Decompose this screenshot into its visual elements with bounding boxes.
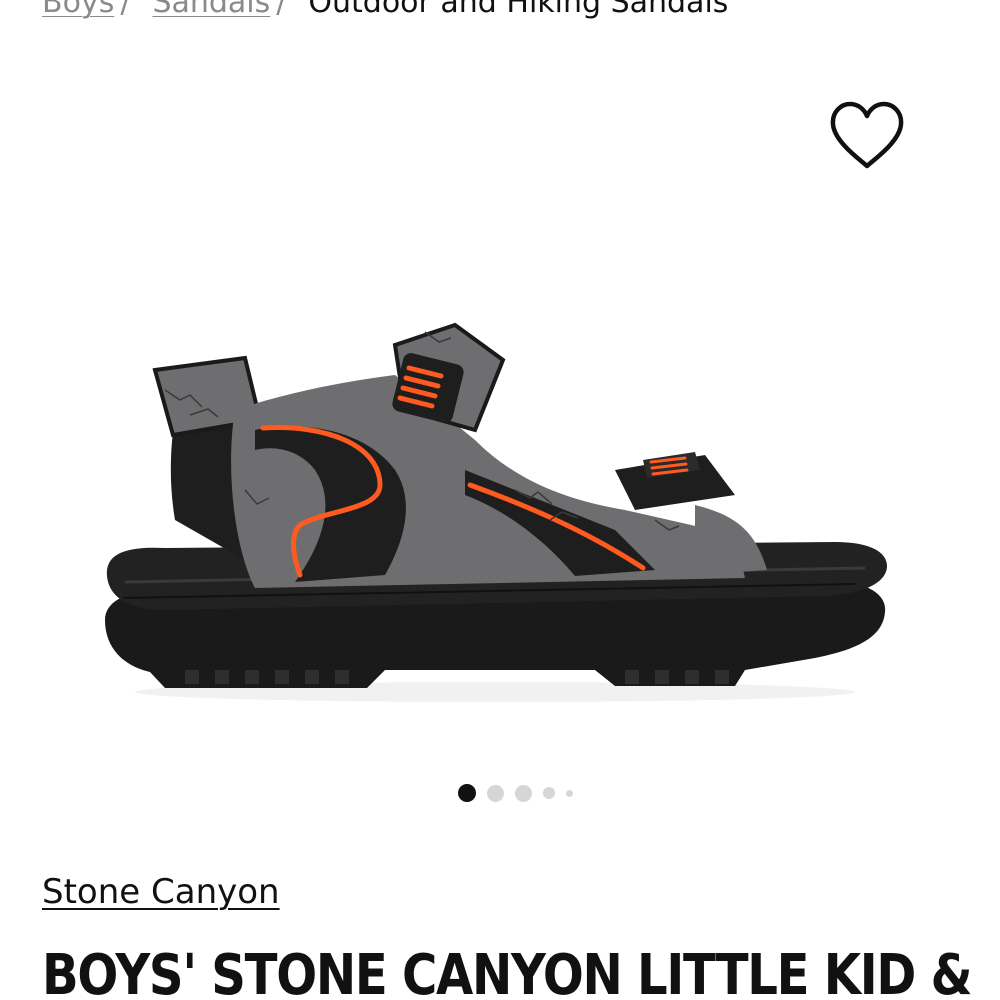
add-to-favorites-button[interactable]: [828, 100, 906, 172]
carousel-dot[interactable]: [486, 784, 504, 802]
carousel-dot[interactable]: [457, 784, 476, 802]
heart-outline-icon: [830, 101, 904, 169]
breadcrumb-current: Outdoor and Hiking Sandals: [308, 0, 729, 20]
brand-link[interactable]: Stone Canyon: [42, 870, 280, 914]
carousel-dot[interactable]: [565, 789, 573, 797]
breadcrumb-separator: /: [276, 0, 287, 20]
breadcrumb-link-sandals[interactable]: Sandals: [152, 0, 270, 20]
product-image[interactable]: [95, 320, 895, 720]
carousel-dot[interactable]: [542, 787, 555, 799]
product-page: Boys / Sandals / Outdoor and Hiking Sand…: [0, 0, 1000, 1000]
sandal-illustration: [105, 322, 887, 702]
breadcrumb-separator: /: [120, 0, 131, 20]
breadcrumb: Boys / Sandals / Outdoor and Hiking Sand…: [42, 0, 728, 20]
breadcrumb-link-boys[interactable]: Boys: [42, 0, 114, 20]
product-title: BOYS' STONE CANYON LITTLE KID &: [42, 943, 973, 1000]
image-carousel-dots: [0, 783, 1000, 803]
carousel-dot[interactable]: [514, 784, 532, 802]
